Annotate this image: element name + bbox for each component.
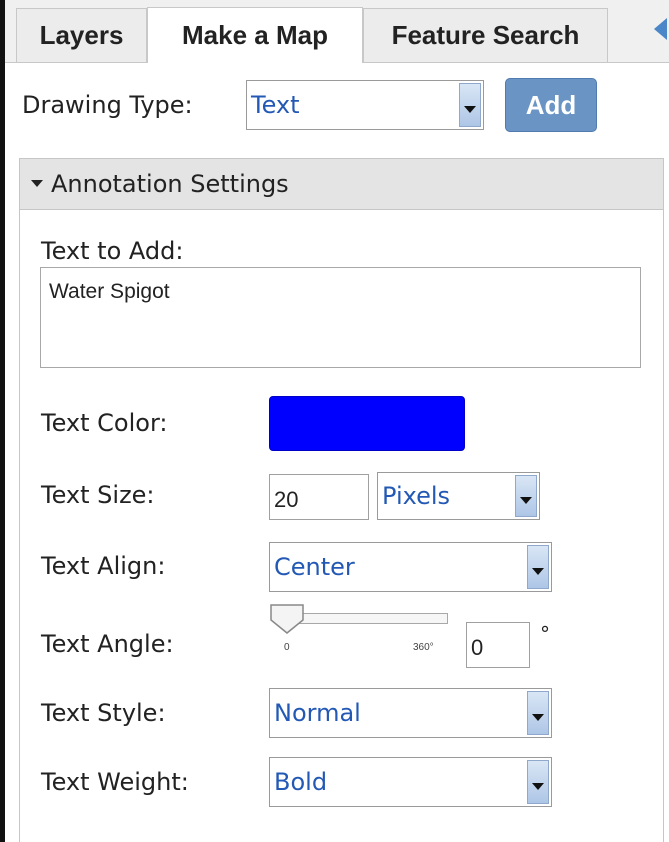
text-size-label: Text Size: xyxy=(41,481,155,509)
add-button[interactable]: Add xyxy=(505,78,597,132)
degree-symbol: ° xyxy=(540,622,550,646)
text-size-value: 20 xyxy=(274,487,299,512)
drawing-type-label: Drawing Type: xyxy=(22,91,193,119)
text-size-unit-value: Pixels xyxy=(382,482,451,510)
text-to-add-field[interactable]: Water Spigot xyxy=(40,267,641,368)
annotation-settings-title: Annotation Settings xyxy=(51,170,289,198)
chevron-down-icon[interactable] xyxy=(459,83,481,127)
text-size-input[interactable]: 20 xyxy=(269,474,369,520)
text-weight-label: Text Weight: xyxy=(41,768,189,796)
drawing-type-select[interactable]: Text xyxy=(246,80,484,130)
text-align-label: Text Align: xyxy=(41,552,166,580)
text-angle-value: 0 xyxy=(471,635,484,660)
chevron-down-icon[interactable] xyxy=(515,475,537,517)
text-align-select[interactable]: Center xyxy=(269,542,552,592)
text-to-add-label: Text to Add: xyxy=(41,237,184,265)
chevron-down-icon[interactable] xyxy=(527,545,549,589)
text-angle-slider-handle[interactable] xyxy=(270,604,304,634)
text-to-add-value: Water Spigot xyxy=(49,280,170,303)
text-weight-select[interactable]: Bold xyxy=(269,757,552,807)
chevron-down-icon[interactable] xyxy=(527,691,549,735)
text-style-label: Text Style: xyxy=(41,699,166,727)
chevron-down-icon[interactable] xyxy=(527,760,549,804)
drawing-type-value: Text xyxy=(251,91,300,119)
chevron-left-icon[interactable] xyxy=(654,18,667,40)
tab-feature-search[interactable]: Feature Search xyxy=(363,8,608,62)
text-align-value: Center xyxy=(274,553,355,581)
text-angle-max-label: 360° xyxy=(413,642,434,653)
text-size-unit-select[interactable]: Pixels xyxy=(377,472,540,520)
tab-bar: Layers Make a Map Feature Search xyxy=(5,0,669,63)
tab-make-a-map[interactable]: Make a Map xyxy=(147,7,363,63)
text-angle-input[interactable]: 0 xyxy=(466,622,530,668)
text-color-swatch[interactable] xyxy=(269,396,465,451)
text-color-label: Text Color: xyxy=(41,409,168,437)
window-edge xyxy=(0,0,5,842)
text-angle-min-label: 0 xyxy=(284,642,290,653)
annotation-settings-header[interactable]: Annotation Settings xyxy=(20,159,663,210)
tab-layers[interactable]: Layers xyxy=(16,8,147,62)
text-style-select[interactable]: Normal xyxy=(269,688,552,738)
text-angle-label: Text Angle: xyxy=(41,630,174,658)
text-weight-value: Bold xyxy=(274,768,328,796)
caret-down-icon[interactable] xyxy=(31,180,43,187)
text-style-value: Normal xyxy=(274,699,361,727)
